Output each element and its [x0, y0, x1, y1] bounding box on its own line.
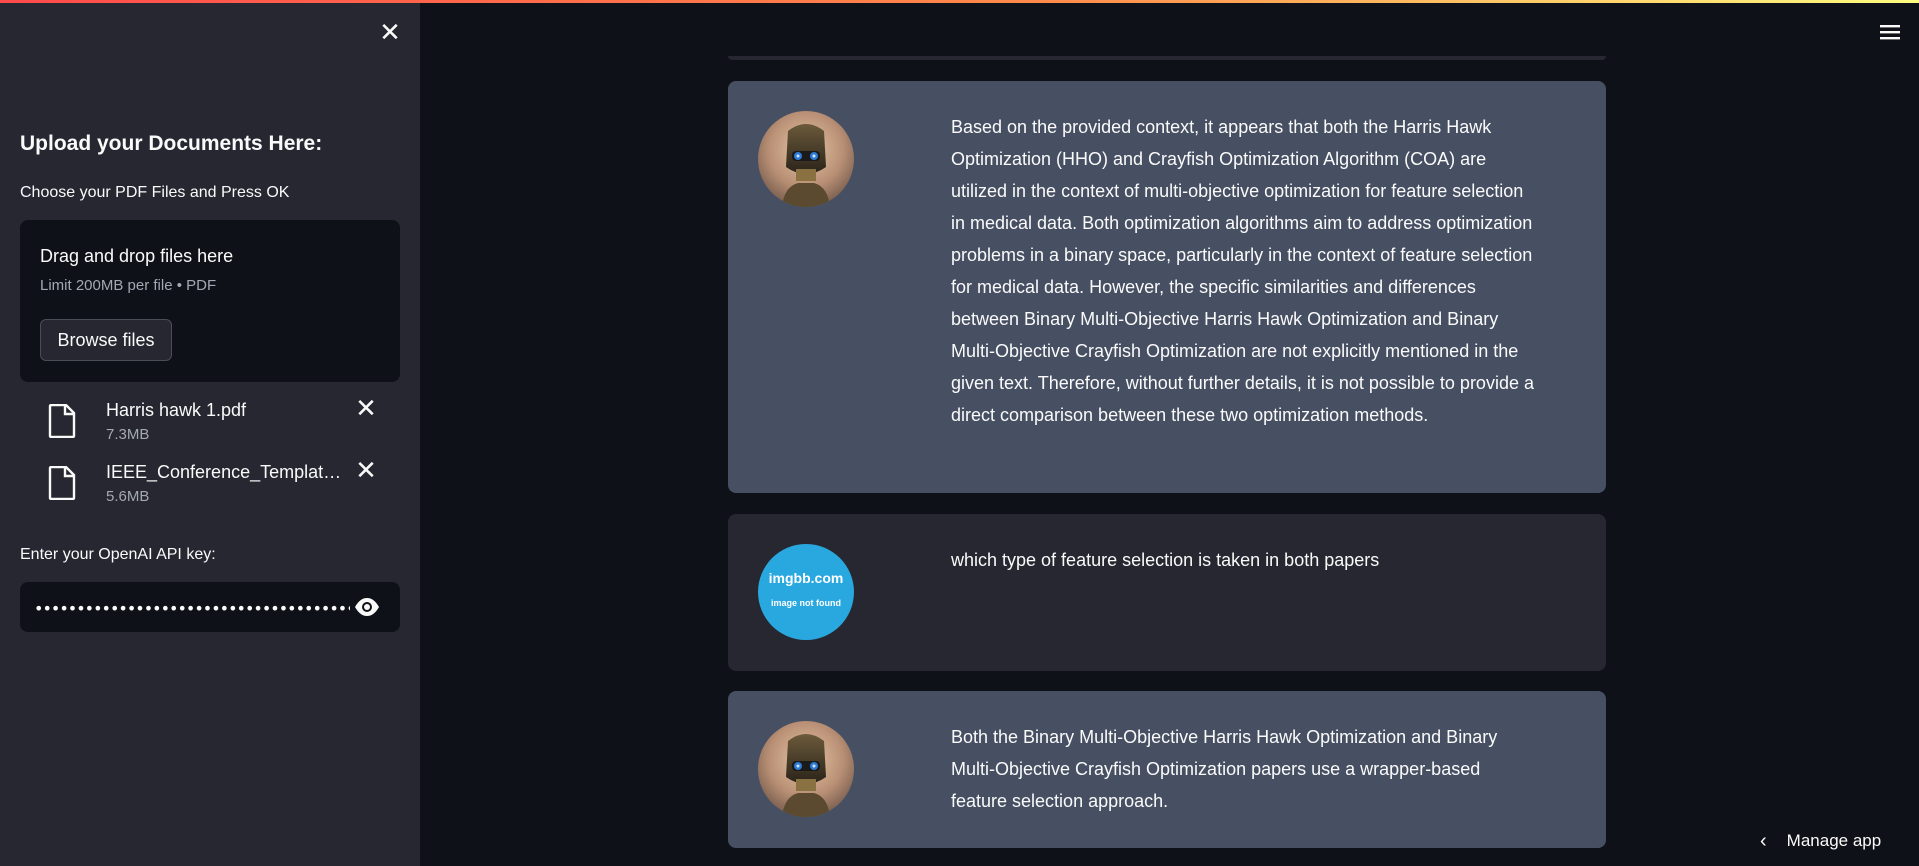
bot-avatar: [758, 721, 854, 817]
file-icon: [48, 404, 76, 438]
hamburger-menu-icon[interactable]: [1878, 22, 1902, 42]
eye-icon[interactable]: [354, 595, 380, 619]
uploaded-file: IEEE_Conference_Template.pdf 5.6MB ✕: [48, 457, 388, 518]
chat-message-assistant: Based on the provided context, it appear…: [728, 81, 1606, 493]
api-key-input[interactable]: [32, 582, 352, 634]
chat-message-user: imgbb.com image not found which type of …: [728, 514, 1606, 671]
file-name: Harris hawk 1.pdf: [106, 400, 247, 420]
previous-message-edge: [728, 56, 1606, 60]
avatar-title: imgbb.com: [768, 570, 844, 586]
file-dropzone[interactable]: Drag and drop files here Limit 200MB per…: [20, 220, 400, 382]
browse-files-button[interactable]: Browse files: [40, 319, 172, 361]
file-size: 5.6MB: [106, 488, 150, 505]
api-key-field: [20, 582, 400, 634]
dropzone-title: Drag and drop files here: [40, 246, 234, 266]
dropzone-limit: Limit 200MB per file • PDF: [40, 277, 217, 294]
chat-message-assistant: Both the Binary Multi-Objective Harris H…: [728, 691, 1606, 848]
message-text: which type of feature selection is taken…: [951, 550, 1380, 570]
bot-avatar: [758, 111, 854, 207]
manage-app-button[interactable]: ‹ Manage app: [1760, 826, 1881, 856]
avatar-subtitle: image not found: [771, 598, 841, 608]
manage-app-label: Manage app: [1786, 831, 1882, 850]
upload-label: Choose your PDF Files and Press OK: [20, 184, 290, 201]
file-name: IEEE_Conference_Template.pdf: [106, 462, 346, 482]
api-key-label: Enter your OpenAI API key:: [20, 546, 216, 563]
sidebar: ✕ Upload your Documents Here: Choose you…: [0, 0, 420, 866]
user-avatar: imgbb.com image not found: [758, 544, 854, 640]
message-text: Both the Binary Multi-Objective Harris H…: [951, 727, 1498, 811]
robot-avatar-icon: [758, 111, 854, 207]
close-icon[interactable]: ✕: [378, 19, 402, 45]
top-accent-bar: [0, 0, 1919, 3]
sidebar-heading: Upload your Documents Here:: [20, 132, 323, 155]
chevron-left-icon: ‹: [1760, 829, 1767, 852]
remove-file-icon[interactable]: ✕: [354, 395, 378, 421]
remove-file-icon[interactable]: ✕: [354, 457, 378, 483]
file-icon: [48, 466, 76, 500]
uploaded-file: Harris hawk 1.pdf 7.3MB ✕: [48, 395, 388, 456]
robot-avatar-icon: [758, 721, 854, 817]
file-size: 7.3MB: [106, 426, 150, 443]
message-text: Based on the provided context, it appear…: [951, 117, 1534, 425]
